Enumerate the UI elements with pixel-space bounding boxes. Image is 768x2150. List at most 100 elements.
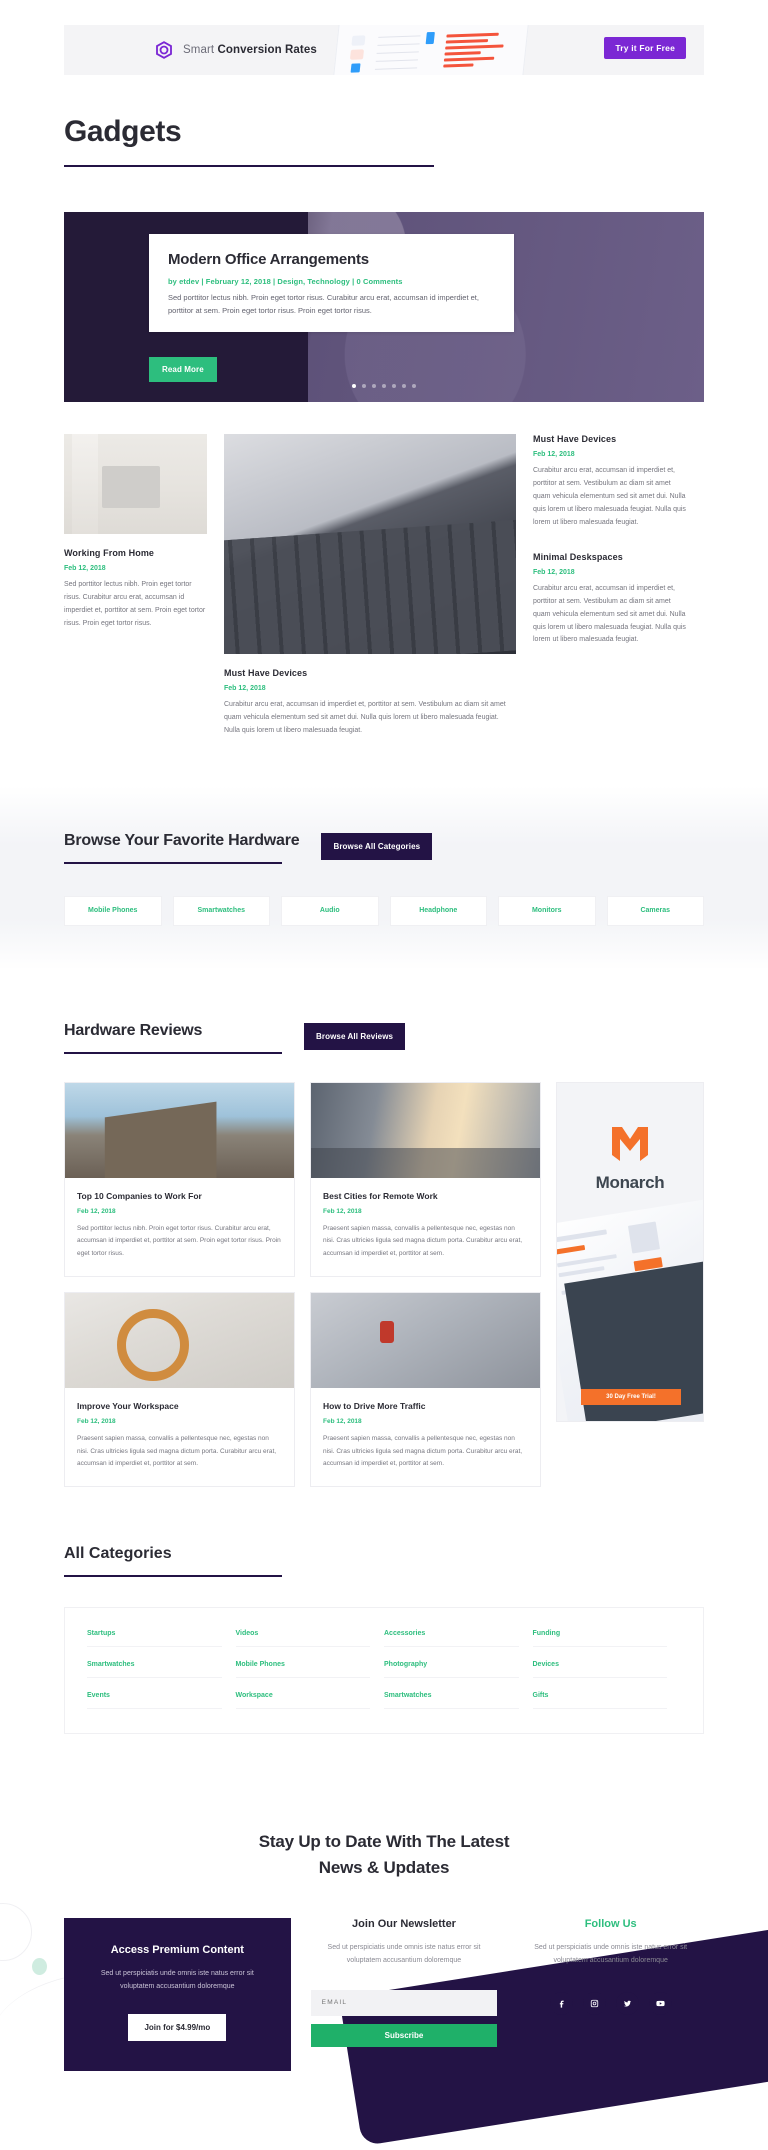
list-item[interactable]: Must Have Devices Feb 12, 2018 Curabitur… xyxy=(533,434,688,530)
review-card[interactable]: Top 10 Companies to Work For Feb 12, 201… xyxy=(64,1081,295,1277)
review-date: Feb 12, 2018 xyxy=(77,1207,116,1215)
review-card[interactable]: Best Cities for Remote Work Feb 12, 2018… xyxy=(310,1081,541,1277)
section-heading: All Categories xyxy=(64,1544,172,1562)
category-link[interactable]: Smartwatches xyxy=(87,1661,222,1678)
category-link[interactable]: Funding xyxy=(532,1630,667,1647)
category-link[interactable]: Videos xyxy=(235,1630,370,1647)
category-link[interactable]: Smartwatches xyxy=(384,1692,519,1709)
section-underline xyxy=(64,1574,282,1577)
newsletter-heading-line1: Stay Up to Date With The Latest xyxy=(258,1831,510,1851)
twitter-icon[interactable] xyxy=(615,1991,639,2015)
subscribe-button[interactable]: Subscribe xyxy=(310,2023,498,2047)
ad-headline-bold: Conversion Rates xyxy=(217,44,317,56)
monarch-sidebar-ad[interactable]: Monarch 30 Day Free Trial! xyxy=(556,1081,704,1422)
slider-dot[interactable] xyxy=(412,384,416,388)
review-thumbnail xyxy=(65,1292,294,1388)
post-title[interactable]: Must Have Devices xyxy=(224,668,516,678)
browse-all-reviews-button[interactable]: Browse All Reviews xyxy=(304,1022,406,1050)
review-card[interactable]: How to Drive More Traffic Feb 12, 2018 P… xyxy=(310,1291,541,1487)
post-excerpt: Curabitur arcu erat, accumsan id imperdi… xyxy=(533,584,686,644)
decorative-dot xyxy=(32,1957,47,1975)
browse-all-categories-button[interactable]: Browse All Categories xyxy=(321,832,433,860)
advertisement-banner[interactable]: Smart Conversion Rates Try it For Free xyxy=(64,25,704,75)
hardware-category-cards: Mobile Phones Smartwatches Audio Headpho… xyxy=(64,895,704,926)
ad-cta-button[interactable]: Try it For Free xyxy=(604,37,686,59)
hero-title: Modern Office Arrangements xyxy=(168,251,369,268)
instagram-icon[interactable] xyxy=(582,1991,606,2015)
featured-post-left[interactable]: Working From Home Feb 12, 2018 Sed portt… xyxy=(64,434,207,631)
facebook-icon[interactable] xyxy=(549,1991,573,2015)
section-heading: Hardware Reviews xyxy=(64,1021,203,1039)
slider-dot[interactable] xyxy=(352,384,356,388)
slider-dot[interactable] xyxy=(372,384,376,388)
post-title[interactable]: Minimal Deskspaces xyxy=(533,552,688,562)
review-excerpt: Praesent sapien massa, convallis a pelle… xyxy=(323,1224,523,1258)
newsletter-title: Join Our Newsletter xyxy=(352,1917,456,1930)
post-date: Feb 12, 2018 xyxy=(533,451,575,458)
post-excerpt: Sed porttitor lectus nibh. Proin eget to… xyxy=(64,581,206,627)
hero-slider-dots[interactable] xyxy=(64,384,704,388)
review-title[interactable]: Top 10 Companies to Work For xyxy=(77,1191,282,1201)
monarch-trial-button[interactable]: 30 Day Free Trial! xyxy=(581,1388,681,1405)
newsletter-text: Sed ut perspiciatis unde omnis iste natu… xyxy=(327,1943,481,1965)
hardware-category-card[interactable]: Mobile Phones xyxy=(64,895,162,926)
newsletter-heading: Stay Up to Date With The Latest News & U… xyxy=(64,1829,704,1882)
featured-posts-right: Must Have Devices Feb 12, 2018 Curabitur… xyxy=(533,434,688,647)
featured-posts: Working From Home Feb 12, 2018 Sed portt… xyxy=(64,434,704,738)
category-link[interactable]: Devices xyxy=(532,1661,667,1678)
hardware-category-card[interactable]: Audio xyxy=(281,895,379,926)
review-date: Feb 12, 2018 xyxy=(323,1207,362,1215)
youtube-icon[interactable] xyxy=(648,1991,672,2015)
category-link[interactable]: Photography xyxy=(384,1661,519,1678)
slider-dot[interactable] xyxy=(392,384,396,388)
hero-slider[interactable]: Modern Office Arrangements by etdev | Fe… xyxy=(64,212,704,402)
email-field[interactable] xyxy=(310,1989,498,2016)
category-link[interactable]: Startups xyxy=(87,1630,222,1647)
review-excerpt: Sed porttitor lectus nibh. Proin eget to… xyxy=(77,1224,281,1258)
review-title[interactable]: Best Cities for Remote Work xyxy=(323,1191,528,1201)
hero-meta: by etdev | February 12, 2018 | Design, T… xyxy=(168,277,403,286)
hardware-category-card[interactable]: Smartwatches xyxy=(172,895,270,926)
post-thumbnail xyxy=(64,434,207,534)
reviews-cards: Top 10 Companies to Work For Feb 12, 201… xyxy=(64,1081,541,1487)
review-card[interactable]: Improve Your Workspace Feb 12, 2018 Prae… xyxy=(64,1291,295,1487)
category-link[interactable]: Gifts xyxy=(532,1692,667,1709)
hero-read-more-button[interactable]: Read More xyxy=(149,357,217,382)
post-excerpt: Curabitur arcu erat, accumsan id imperdi… xyxy=(224,701,506,734)
hardware-category-card[interactable]: Cameras xyxy=(606,895,704,926)
category-link[interactable]: Events xyxy=(87,1692,222,1709)
page-title-text: Gadgets xyxy=(64,115,182,148)
review-title[interactable]: Improve Your Workspace xyxy=(77,1401,282,1411)
ad-brand: Smart Conversion Rates xyxy=(154,40,317,60)
hardware-category-card[interactable]: Monitors xyxy=(498,895,596,926)
slider-dot[interactable] xyxy=(402,384,406,388)
hardware-category-card[interactable]: Headphone xyxy=(389,895,487,926)
post-thumbnail xyxy=(224,434,516,654)
review-excerpt: Praesent sapien massa, convallis a pelle… xyxy=(77,1434,277,1468)
newsletter-columns: Access Premium Content Sed ut perspiciat… xyxy=(64,1917,704,2071)
slider-dot[interactable] xyxy=(362,384,366,388)
review-title[interactable]: How to Drive More Traffic xyxy=(323,1401,528,1411)
reviews-row: Improve Your Workspace Feb 12, 2018 Prae… xyxy=(64,1291,541,1487)
review-thumbnail xyxy=(311,1292,540,1388)
list-item[interactable]: Minimal Deskspaces Feb 12, 2018 Curabitu… xyxy=(533,552,688,648)
follow-us: Follow Us Sed ut perspiciatis unde omnis… xyxy=(517,1918,704,2015)
premium-text: Sed ut perspiciatis unde omnis iste natu… xyxy=(100,1969,254,1991)
join-premium-button[interactable]: Join for $4.99/mo xyxy=(128,2013,227,2041)
review-date: Feb 12, 2018 xyxy=(323,1417,362,1425)
slider-dot[interactable] xyxy=(382,384,386,388)
premium-title: Access Premium Content xyxy=(110,1943,244,1956)
post-title[interactable]: Must Have Devices xyxy=(533,434,688,444)
newsletter-signup: Join Our Newsletter Sed ut perspiciatis … xyxy=(310,1917,498,2047)
reviews-row: Top 10 Companies to Work For Feb 12, 201… xyxy=(64,1081,541,1277)
category-link[interactable]: Accessories xyxy=(384,1630,519,1647)
category-link[interactable]: Mobile Phones xyxy=(235,1661,370,1678)
monarch-brand-name: Monarch xyxy=(595,1172,665,1192)
post-date: Feb 12, 2018 xyxy=(533,568,575,576)
section-header: Hardware Reviews Browse All Reviews xyxy=(64,1022,704,1054)
section-underline xyxy=(64,1051,282,1054)
featured-post-center[interactable]: Must Have Devices Feb 12, 2018 Curabitur… xyxy=(224,434,516,738)
post-title[interactable]: Working From Home xyxy=(64,548,207,558)
category-link[interactable]: Workspace xyxy=(235,1692,370,1709)
hexagon-logo-icon xyxy=(154,40,174,60)
